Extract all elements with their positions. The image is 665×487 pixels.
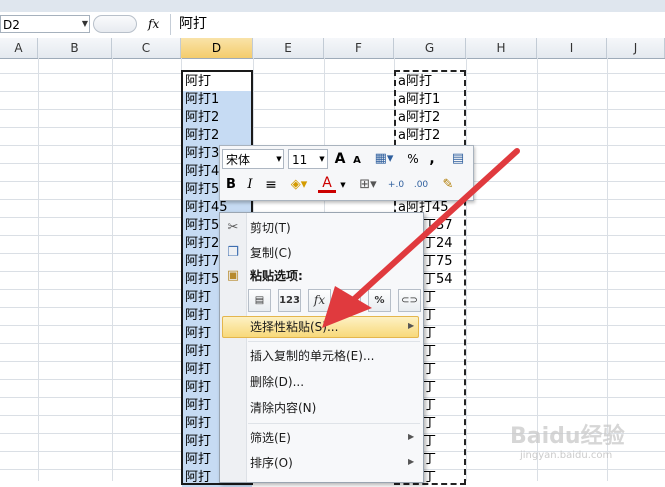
copy-icon: ❐ — [227, 245, 239, 260]
paste-icon[interactable]: ▤ — [248, 289, 271, 312]
formula-input[interactable]: 阿打 — [170, 14, 665, 35]
menu-item-insert-copied-cells[interactable]: 插入复制的单元格(E)... — [250, 345, 374, 367]
column-header-a[interactable]: A — [0, 38, 38, 58]
column-header-e[interactable]: E — [253, 38, 324, 58]
paste-values-button[interactable]: 123 — [278, 289, 301, 312]
paste-transpose-icon[interactable]: ⇄ — [338, 289, 361, 312]
chevron-down-icon[interactable]: ▼ — [80, 16, 90, 32]
comma-button[interactable]: , — [426, 149, 438, 169]
menu-item-cut[interactable]: 剪切(T) — [250, 217, 291, 239]
borders-icon[interactable]: ⊞▾ — [356, 175, 380, 195]
column-header-b[interactable]: B — [38, 38, 112, 58]
column-header-g[interactable]: G — [394, 38, 466, 58]
grid-row-line — [0, 109, 665, 110]
menu-item-copy[interactable]: 复制(C) — [250, 242, 292, 264]
submenu-arrow-icon: ▶ — [408, 457, 415, 466]
column-header-i[interactable]: I — [537, 38, 607, 58]
column-header-f[interactable]: F — [324, 38, 394, 58]
scissors-icon: ✂ — [227, 220, 239, 235]
chevron-down-icon[interactable]: ▼ — [338, 175, 348, 195]
column-header-row: A B C D E F G H I J — [0, 38, 665, 59]
paste-link-icon[interactable]: ⊂⊃ — [398, 289, 421, 312]
shrink-font-button[interactable]: A — [350, 151, 364, 171]
chevron-down-icon[interactable]: ▼ — [317, 149, 327, 169]
column-header-h[interactable]: H — [466, 38, 537, 58]
format-painter-icon[interactable]: ▤ — [448, 149, 468, 169]
submenu-arrow-icon: ▶ — [408, 321, 415, 330]
increase-decimal-icon[interactable]: +.0 — [385, 175, 407, 195]
paste-formatting-icon[interactable]: % — [368, 289, 391, 312]
formula-buttons[interactable] — [93, 15, 137, 33]
bold-button[interactable]: B — [223, 175, 239, 195]
context-menu: ✂ 剪切(T) ❐ 复制(C) ▣ 粘贴选项: ▤ 123 fx ⇄ % ⊂⊃ … — [219, 212, 424, 483]
mini-toolbar: 宋体 ▼ 11 ▼ A A ▦▾ % , ▤ B I ≡ ◈▾ A ▼ ⊞▾ +… — [219, 145, 474, 201]
menu-item-clear-contents[interactable]: 清除内容(N) — [250, 397, 316, 419]
menu-item-filter[interactable]: 筛选(E) — [250, 427, 291, 449]
baidu-watermark: Baidu经验 — [510, 424, 625, 449]
column-header-c[interactable]: C — [112, 38, 181, 58]
chevron-down-icon[interactable]: ▼ — [274, 149, 284, 169]
clipboard-icon: ▣ — [226, 268, 240, 283]
percent-button[interactable]: % — [405, 149, 421, 169]
grow-font-button[interactable]: A — [332, 149, 348, 169]
fill-color-icon[interactable]: ◈▾ — [286, 175, 312, 195]
name-box[interactable]: D2 — [0, 15, 90, 33]
align-center-icon[interactable]: ≡ — [262, 175, 280, 195]
format-brush-icon[interactable]: ✎ — [438, 175, 458, 195]
column-header-d[interactable]: D — [181, 38, 253, 58]
grid-row-line — [0, 91, 665, 92]
format-style-icon[interactable]: ▦▾ — [370, 149, 398, 169]
submenu-arrow-icon: ▶ — [408, 432, 415, 441]
grid-row-line — [0, 127, 665, 128]
baidu-watermark-url: jingyan.baidu.com — [520, 450, 613, 461]
menu-item-delete[interactable]: 删除(D)... — [250, 371, 304, 393]
paste-options-label: 粘贴选项: — [250, 269, 303, 283]
grid-row-line — [0, 73, 665, 74]
paste-formulas-button[interactable]: fx — [308, 289, 331, 312]
font-color-button[interactable]: A — [318, 175, 336, 193]
insert-function-button[interactable]: fx — [148, 15, 166, 33]
column-header-j[interactable]: J — [607, 38, 665, 58]
menu-item-sort[interactable]: 排序(O) — [250, 452, 293, 474]
menu-item-paste-special[interactable]: 选择性粘贴(S)... — [250, 316, 338, 338]
italic-button[interactable]: I — [242, 175, 258, 195]
decrease-decimal-icon[interactable]: .00 — [410, 175, 432, 195]
